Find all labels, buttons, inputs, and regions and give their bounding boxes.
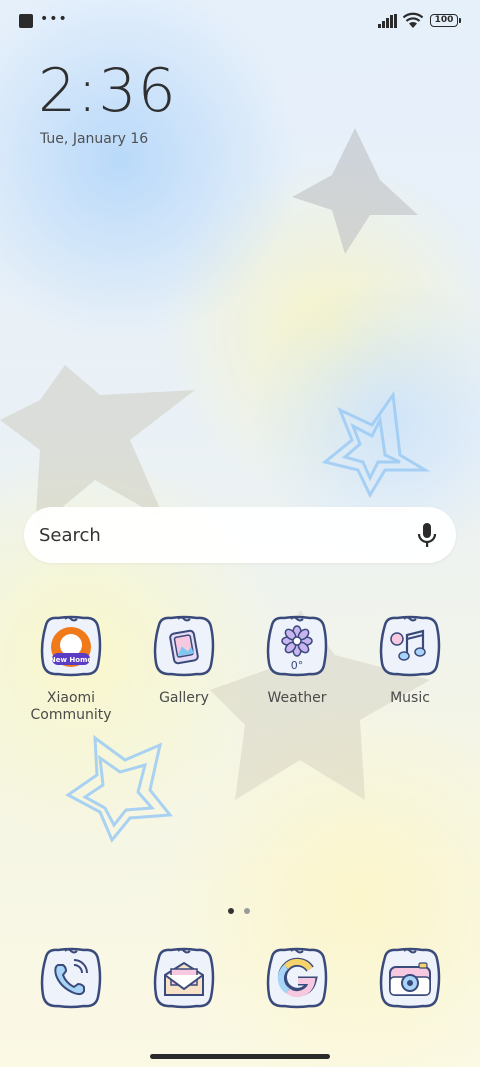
- google-icon[interactable]: [264, 947, 330, 1009]
- home-indicator[interactable]: [150, 1054, 330, 1059]
- search-bar[interactable]: Search: [24, 507, 456, 563]
- star-decoration: [292, 128, 418, 254]
- xiaomi-community-icon[interactable]: New Home: [38, 615, 104, 677]
- app-label: Gallery: [159, 690, 209, 706]
- gallery-icon[interactable]: [151, 615, 217, 677]
- app-label: Music: [390, 690, 430, 706]
- battery-level: 100: [434, 15, 454, 25]
- clock-date[interactable]: Tue, January 16: [40, 131, 148, 147]
- battery-icon: 100: [430, 14, 461, 27]
- app-label: Xiaomi Community: [30, 690, 112, 723]
- more-icon: •••: [40, 11, 68, 27]
- new-home-badge: New Home: [50, 656, 92, 664]
- music-icon[interactable]: [377, 615, 443, 677]
- app-notification-icon: [19, 14, 33, 28]
- outline-star-decoration: [321, 390, 431, 499]
- camera-icon[interactable]: [377, 947, 443, 1009]
- microphone-icon[interactable]: [416, 522, 438, 550]
- signal-icon: [378, 14, 397, 28]
- page-dot-active[interactable]: [228, 908, 234, 914]
- clock-time[interactable]: 2:36: [38, 56, 177, 126]
- star-decoration: [0, 365, 195, 530]
- page-dot[interactable]: [244, 908, 250, 914]
- search-label: Search: [39, 525, 101, 546]
- wifi-icon: [402, 12, 424, 28]
- messages-icon[interactable]: [151, 947, 217, 1009]
- outline-star-decoration: [65, 734, 173, 843]
- app-label: Weather: [267, 690, 327, 706]
- weather-icon[interactable]: 0°: [264, 615, 330, 677]
- weather-temp: 0°: [291, 659, 304, 672]
- status-bar: ••• 100: [0, 0, 480, 42]
- phone-icon[interactable]: [38, 947, 104, 1009]
